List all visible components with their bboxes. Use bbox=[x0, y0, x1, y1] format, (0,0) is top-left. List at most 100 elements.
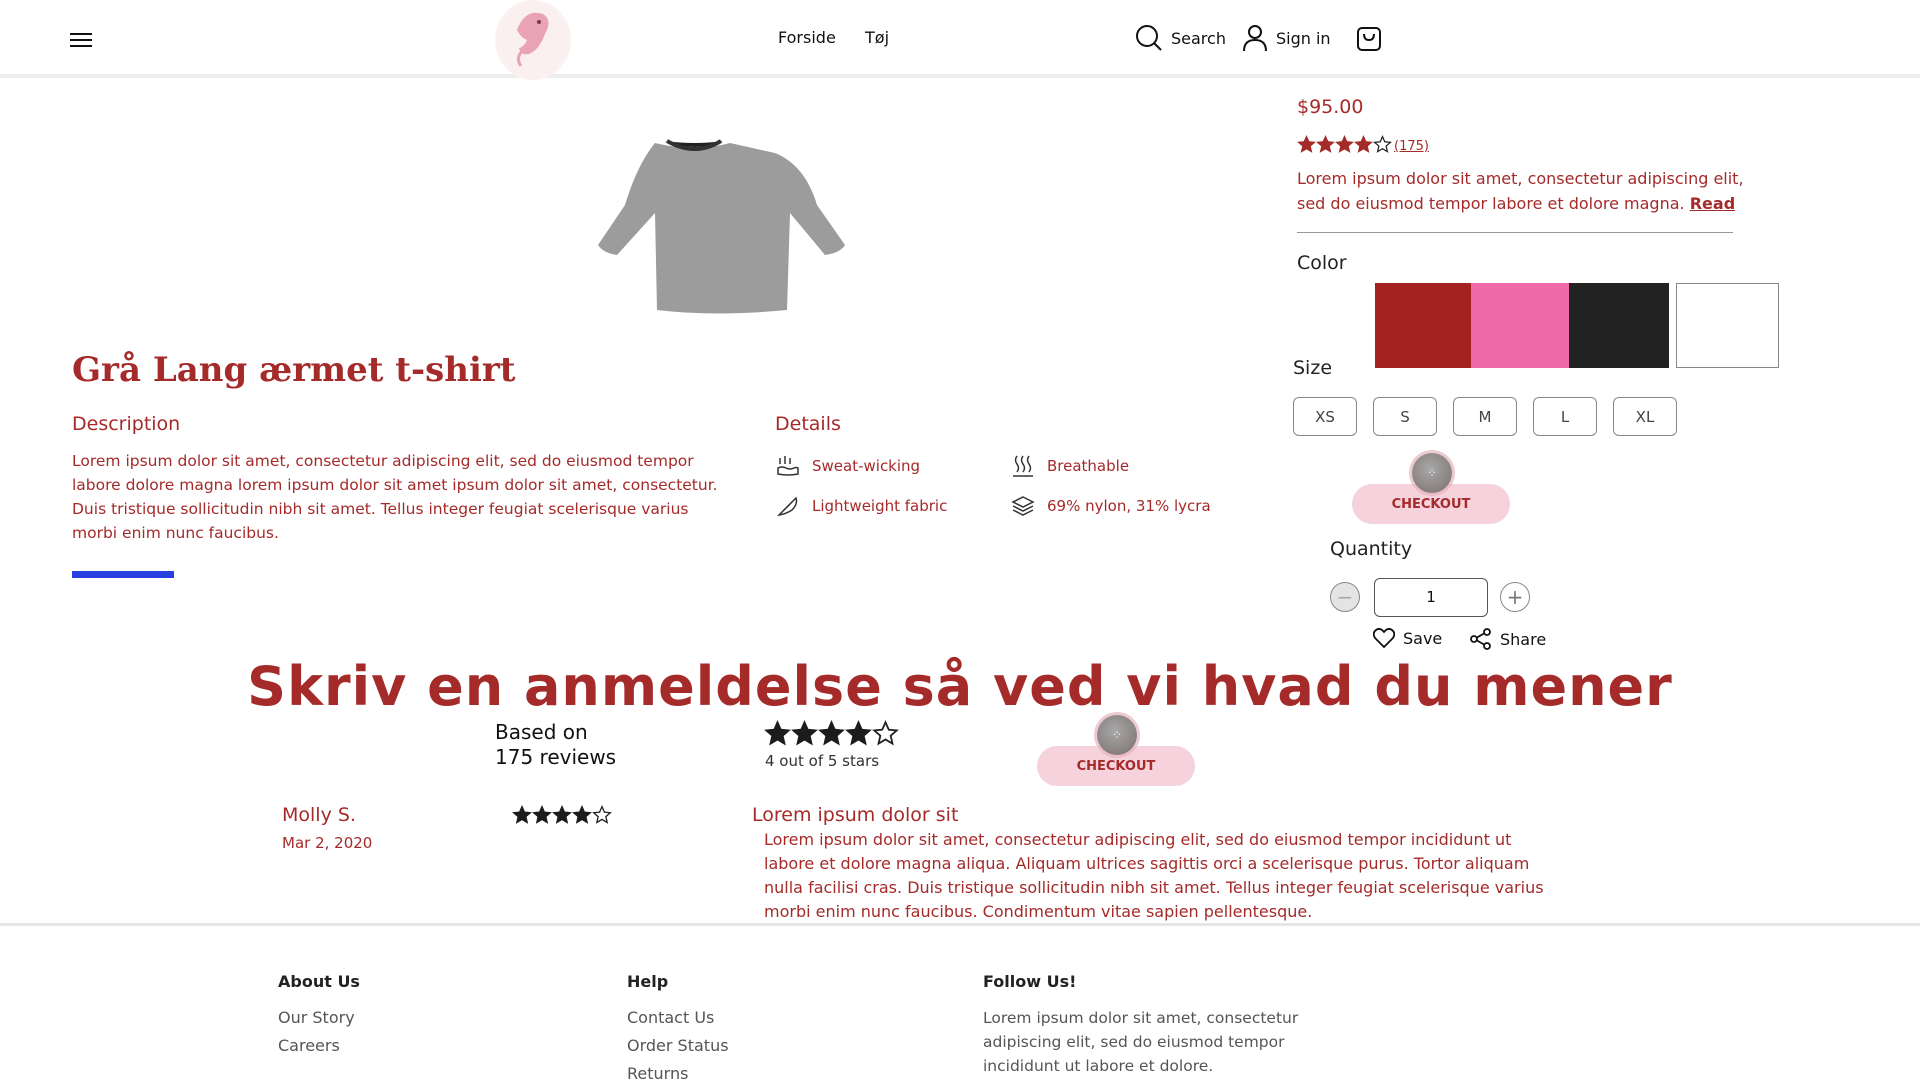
review-rating bbox=[512, 805, 612, 829]
star-filled-icon bbox=[1297, 135, 1316, 153]
star-empty-icon bbox=[592, 805, 612, 824]
site-footer: About Us Our Story Careers Help Contact … bbox=[0, 923, 1920, 1080]
sign-in-button[interactable]: Sign in bbox=[1242, 24, 1331, 52]
based-on-text: Based on 175 reviews bbox=[495, 720, 616, 770]
detail-label: Lightweight fabric bbox=[812, 497, 948, 515]
star-filled-icon bbox=[764, 720, 791, 746]
detail-lightweight: Lightweight fabric bbox=[776, 494, 947, 518]
product-blurb: Lorem ipsum dolor sit amet, consectetur … bbox=[1297, 166, 1747, 216]
star-filled-icon bbox=[552, 805, 572, 824]
based-on-line2: 175 reviews bbox=[495, 745, 617, 769]
description-heading: Description bbox=[72, 413, 181, 435]
quantity-label: Quantity bbox=[1330, 538, 1413, 560]
average-rating bbox=[764, 720, 899, 751]
average-rating-stars bbox=[764, 720, 899, 751]
reviewer-name: Molly S. bbox=[282, 804, 356, 826]
user-icon bbox=[1243, 25, 1267, 52]
plus-icon: + bbox=[1506, 585, 1524, 609]
footer-link-returns[interactable]: Returns bbox=[627, 1064, 688, 1080]
product-image bbox=[598, 139, 845, 314]
quantity-input[interactable]: 1 bbox=[1374, 578, 1488, 617]
description-text: Lorem ipsum dolor sit amet, consectetur … bbox=[72, 452, 718, 542]
footer-follow-text: Lorem ipsum dolor sit amet, consectetur … bbox=[983, 1009, 1299, 1075]
site-header: Forside Tøj Search Sign in bbox=[0, 0, 1920, 80]
details-heading: Details bbox=[775, 413, 841, 435]
quantity-increase-button[interactable]: + bbox=[1500, 582, 1530, 612]
detail-breathable: Breathable bbox=[1011, 454, 1129, 478]
size-l-button[interactable]: L bbox=[1533, 397, 1597, 436]
rating-stars bbox=[1297, 135, 1392, 158]
footer-help-heading: Help bbox=[627, 972, 669, 991]
star-filled-icon bbox=[1354, 135, 1373, 153]
search-button[interactable]: Search bbox=[1135, 24, 1226, 52]
nav-forside[interactable]: Forside bbox=[778, 28, 836, 47]
share-button[interactable]: Share bbox=[1470, 628, 1546, 650]
star-empty-icon bbox=[872, 720, 899, 746]
size-label: Size bbox=[1293, 357, 1333, 379]
save-label: Save bbox=[1403, 628, 1443, 648]
share-icon bbox=[1470, 628, 1491, 650]
layers-icon bbox=[1011, 496, 1035, 516]
color-swatch-pink[interactable] bbox=[1471, 283, 1569, 368]
star-empty-icon bbox=[1373, 135, 1392, 153]
sign-in-label: Sign in bbox=[1276, 28, 1331, 48]
detail-material: 69% nylon, 31% lycra bbox=[1011, 494, 1211, 518]
share-label: Share bbox=[1500, 629, 1547, 649]
footer-about-heading: About Us bbox=[278, 972, 360, 991]
minus-icon: − bbox=[1336, 585, 1354, 609]
review-heading: Skriv en anmeldelse så ved vi hvad du me… bbox=[247, 655, 1673, 718]
footer-link-careers[interactable]: Careers bbox=[278, 1036, 340, 1055]
quantity-decrease-button[interactable]: − bbox=[1330, 582, 1360, 612]
size-s-button[interactable]: S bbox=[1373, 397, 1437, 436]
footer-link-order-status[interactable]: Order Status bbox=[627, 1036, 729, 1055]
star-filled-icon bbox=[512, 805, 532, 824]
review-title: Lorem ipsum dolor sit bbox=[752, 804, 959, 826]
size-xs-button[interactable]: XS bbox=[1293, 397, 1357, 436]
star-filled-icon bbox=[572, 805, 592, 824]
star-filled-icon bbox=[845, 720, 872, 746]
detail-sweat-wicking: Sweat-wicking bbox=[776, 454, 920, 478]
color-swatch-red[interactable] bbox=[1375, 283, 1471, 368]
product-title: Grå Lang ærmet t-shirt bbox=[72, 350, 516, 390]
size-xl-button[interactable]: XL bbox=[1613, 397, 1677, 436]
drag-handle[interactable]: ⁘ bbox=[1412, 453, 1452, 493]
color-label: Color bbox=[1297, 252, 1347, 274]
sweat-icon bbox=[777, 456, 799, 476]
review-rating-stars bbox=[512, 805, 612, 829]
based-on-line1: Based on bbox=[495, 720, 588, 744]
progress-indicator bbox=[72, 571, 174, 578]
star-filled-icon bbox=[791, 720, 818, 746]
save-button[interactable]: Save bbox=[1373, 628, 1442, 648]
color-swatch-white[interactable] bbox=[1676, 283, 1779, 368]
review-count-link[interactable]: (175) bbox=[1394, 139, 1429, 154]
footer-follow-heading: Follow Us! bbox=[983, 972, 1077, 991]
color-swatch-black[interactable] bbox=[1569, 283, 1669, 368]
feather-icon bbox=[776, 496, 798, 517]
search-icon bbox=[1136, 25, 1162, 51]
star-filled-icon bbox=[1335, 135, 1354, 153]
size-m-button[interactable]: M bbox=[1453, 397, 1517, 436]
blurb-text: Lorem ipsum dolor sit amet, consectetur … bbox=[1297, 169, 1744, 213]
grip-icon: ⁘ bbox=[1111, 728, 1123, 742]
product-rating[interactable]: (175) bbox=[1297, 135, 1429, 158]
divider bbox=[1297, 232, 1733, 233]
shopping-bag-icon bbox=[1357, 27, 1381, 51]
menu-icon[interactable] bbox=[70, 33, 92, 49]
footer-link-contact[interactable]: Contact Us bbox=[627, 1008, 714, 1027]
grip-icon: ⁘ bbox=[1426, 466, 1438, 480]
footer-link-our-story[interactable]: Our Story bbox=[278, 1008, 355, 1027]
logo[interactable] bbox=[495, 0, 571, 80]
read-more-link[interactable]: Read bbox=[1690, 194, 1735, 213]
detail-label: 69% nylon, 31% lycra bbox=[1047, 497, 1211, 515]
product-price: $95.00 bbox=[1297, 96, 1364, 118]
drag-handle-2[interactable]: ⁘ bbox=[1097, 715, 1137, 755]
detail-label: Sweat-wicking bbox=[812, 457, 921, 475]
detail-label: Breathable bbox=[1047, 457, 1130, 475]
nav-toj[interactable]: Tøj bbox=[865, 28, 889, 47]
review-body: Lorem ipsum dolor sit amet, consectetur … bbox=[764, 830, 1544, 921]
star-filled-icon bbox=[818, 720, 845, 746]
star-filled-icon bbox=[1316, 135, 1335, 153]
review-date: Mar 2, 2020 bbox=[282, 834, 373, 852]
cart-button[interactable] bbox=[1355, 24, 1383, 52]
out-of-text: 4 out of 5 stars bbox=[765, 752, 880, 770]
